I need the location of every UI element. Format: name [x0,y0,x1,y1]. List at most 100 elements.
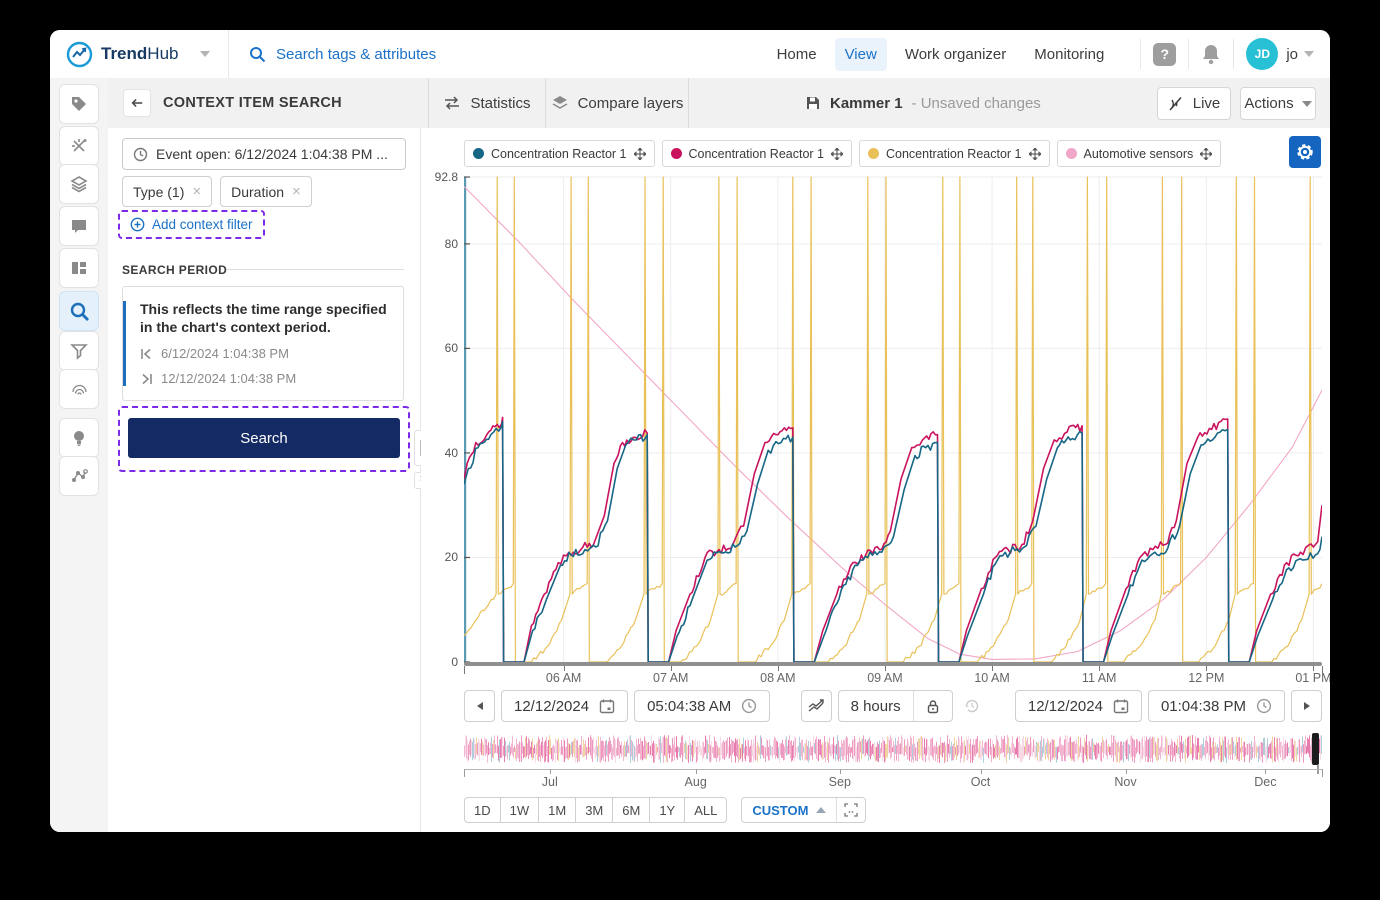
range-1y-button[interactable]: 1Y [649,797,685,823]
sidebar-item-dashboard[interactable] [59,248,99,288]
custom-range-frame-button[interactable] [836,798,865,822]
y-axis-tick-label: 60 [413,341,458,355]
timeline-month-label: Nov [1114,775,1136,789]
skip-start-icon [140,348,153,360]
legend-chip-automotive-sensors[interactable]: Automotive sensors [1057,140,1222,167]
navbar-divider [1233,39,1234,69]
global-search[interactable]: Search tags & attributes [249,46,767,63]
actions-button[interactable]: Actions [1240,87,1316,120]
range-3m-button[interactable]: 3M [575,797,613,823]
fingerprint-icon [69,379,89,399]
timeline-month-label: Sep [829,775,851,789]
sidebar-item-sparkles[interactable] [59,126,99,166]
tab-compare-layers[interactable]: Compare layers [546,78,688,128]
chart-area: Concentration Reactor 1 Concentration Re… [421,128,1330,832]
legend-chip-reactor-yellow[interactable]: Concentration Reactor 1 [859,140,1050,167]
move-icon[interactable] [1029,148,1041,160]
range-6m-button[interactable]: 6M [612,797,650,823]
start-date-field[interactable]: 12/12/2024 [501,690,628,722]
shift-right-button[interactable] [1291,690,1322,722]
compress-trends-button[interactable] [801,690,832,722]
avatar[interactable]: JD [1246,38,1278,70]
notifications-bell-icon[interactable] [1201,43,1221,65]
live-button-label: Live [1193,95,1221,112]
nav-item-view[interactable]: View [835,38,887,71]
move-icon[interactable] [1200,148,1212,160]
brand[interactable]: TrendHub [66,41,214,68]
chip-duration[interactable]: Duration × [220,176,312,207]
save-icon[interactable] [805,95,821,111]
range-all-button[interactable]: ALL [684,797,727,823]
live-off-icon [1168,96,1185,112]
sidebar-item-filter[interactable] [59,331,99,371]
chip-remove-icon[interactable]: × [292,183,301,200]
search-period-info-card: This reflects the time range specified i… [122,286,404,401]
calendar-icon [599,698,615,714]
navbar-divider [1188,39,1189,69]
legend-label: Concentration Reactor 1 [491,147,627,161]
range-start-cluster: 12/12/2024 05:04:38 AM [464,690,770,722]
lock-duration-button[interactable] [913,691,952,721]
sidebar-item-connections[interactable] [59,456,99,496]
sidebar-item-lightbulb[interactable] [59,418,99,458]
move-icon[interactable] [634,148,646,160]
search-icon [249,46,266,63]
chart-settings-button[interactable] [1289,136,1321,168]
range-1w-button[interactable]: 1W [500,797,540,823]
end-time-value: 01:04:38 PM [1161,698,1246,715]
range-1d-button[interactable]: 1D [464,797,501,823]
duration-field[interactable]: 8 hours [839,691,913,721]
arrow-left-icon [130,96,144,110]
search-icon [69,301,90,322]
range-1m-button[interactable]: 1M [538,797,576,823]
event-open-field-text: Event open: 6/12/2024 1:04:38 PM ... [156,146,388,162]
shift-left-button[interactable] [464,690,495,722]
live-button[interactable]: Live [1157,87,1231,120]
end-time-field[interactable]: 01:04:38 PM [1148,690,1285,722]
lock-icon [926,699,940,714]
brand-chevron-down-icon[interactable] [200,51,210,57]
legend-chip-reactor-magenta[interactable]: Concentration Reactor 1 [662,140,853,167]
section-divider [226,269,404,270]
sidebar-item-search[interactable] [59,291,99,331]
tab-statistics[interactable]: Statistics [429,78,545,128]
chip-type[interactable]: Type (1) × [122,176,212,207]
trend-chart[interactable] [464,169,1322,663]
back-button[interactable] [123,89,151,117]
sidebar-item-tags[interactable] [59,84,99,124]
nav-item-monitoring[interactable]: Monitoring [1024,38,1114,71]
user-menu-chevron-down-icon[interactable] [1304,51,1314,57]
frame-select-icon [844,803,858,817]
timeline-month-label: Oct [971,775,990,789]
legend-chip-reactor-blue[interactable]: Concentration Reactor 1 [464,140,655,167]
nav-item-home[interactable]: Home [767,38,827,71]
chart-time-axis-bar[interactable] [464,662,1322,666]
tag-icon [69,94,89,114]
sidebar-item-fingerprint[interactable] [59,369,99,409]
y-axis-tick-label: 0 [413,655,458,669]
sidebar-item-layers[interactable] [59,164,99,204]
timeline-minimap[interactable] [464,733,1322,765]
chip-remove-icon[interactable]: × [192,183,201,200]
brand-name: TrendHub [101,44,178,64]
top-menu: Home View Work organizer Monitoring [767,38,1115,71]
add-context-filter-button[interactable]: Add context filter [118,210,265,239]
start-time-field[interactable]: 05:04:38 AM [634,690,770,722]
custom-range-button[interactable]: CUSTOM [742,798,836,822]
period-start-row: 6/12/2024 1:04:38 PM [140,346,389,361]
help-icon[interactable]: ? [1153,43,1176,66]
icon-sidebar [50,78,109,832]
nav-item-work-organizer[interactable]: Work organizer [895,38,1016,71]
event-open-field[interactable]: Event open: 6/12/2024 1:04:38 PM ... [122,138,406,170]
timeline-end-tick [464,769,465,777]
sidebar-item-comments[interactable] [59,206,99,246]
reset-history-button[interactable] [959,697,985,715]
move-icon[interactable] [831,148,843,160]
add-context-filter-label: Add context filter [152,217,253,232]
timeline-month-tick [1126,769,1127,774]
history-icon [963,697,981,715]
trend-compress-icon [807,698,825,714]
view-toolbar: CONTEXT ITEM SEARCH Statistics Compare l… [108,78,1330,129]
end-date-field[interactable]: 12/12/2024 [1015,690,1142,722]
search-button[interactable]: Search [128,418,400,458]
